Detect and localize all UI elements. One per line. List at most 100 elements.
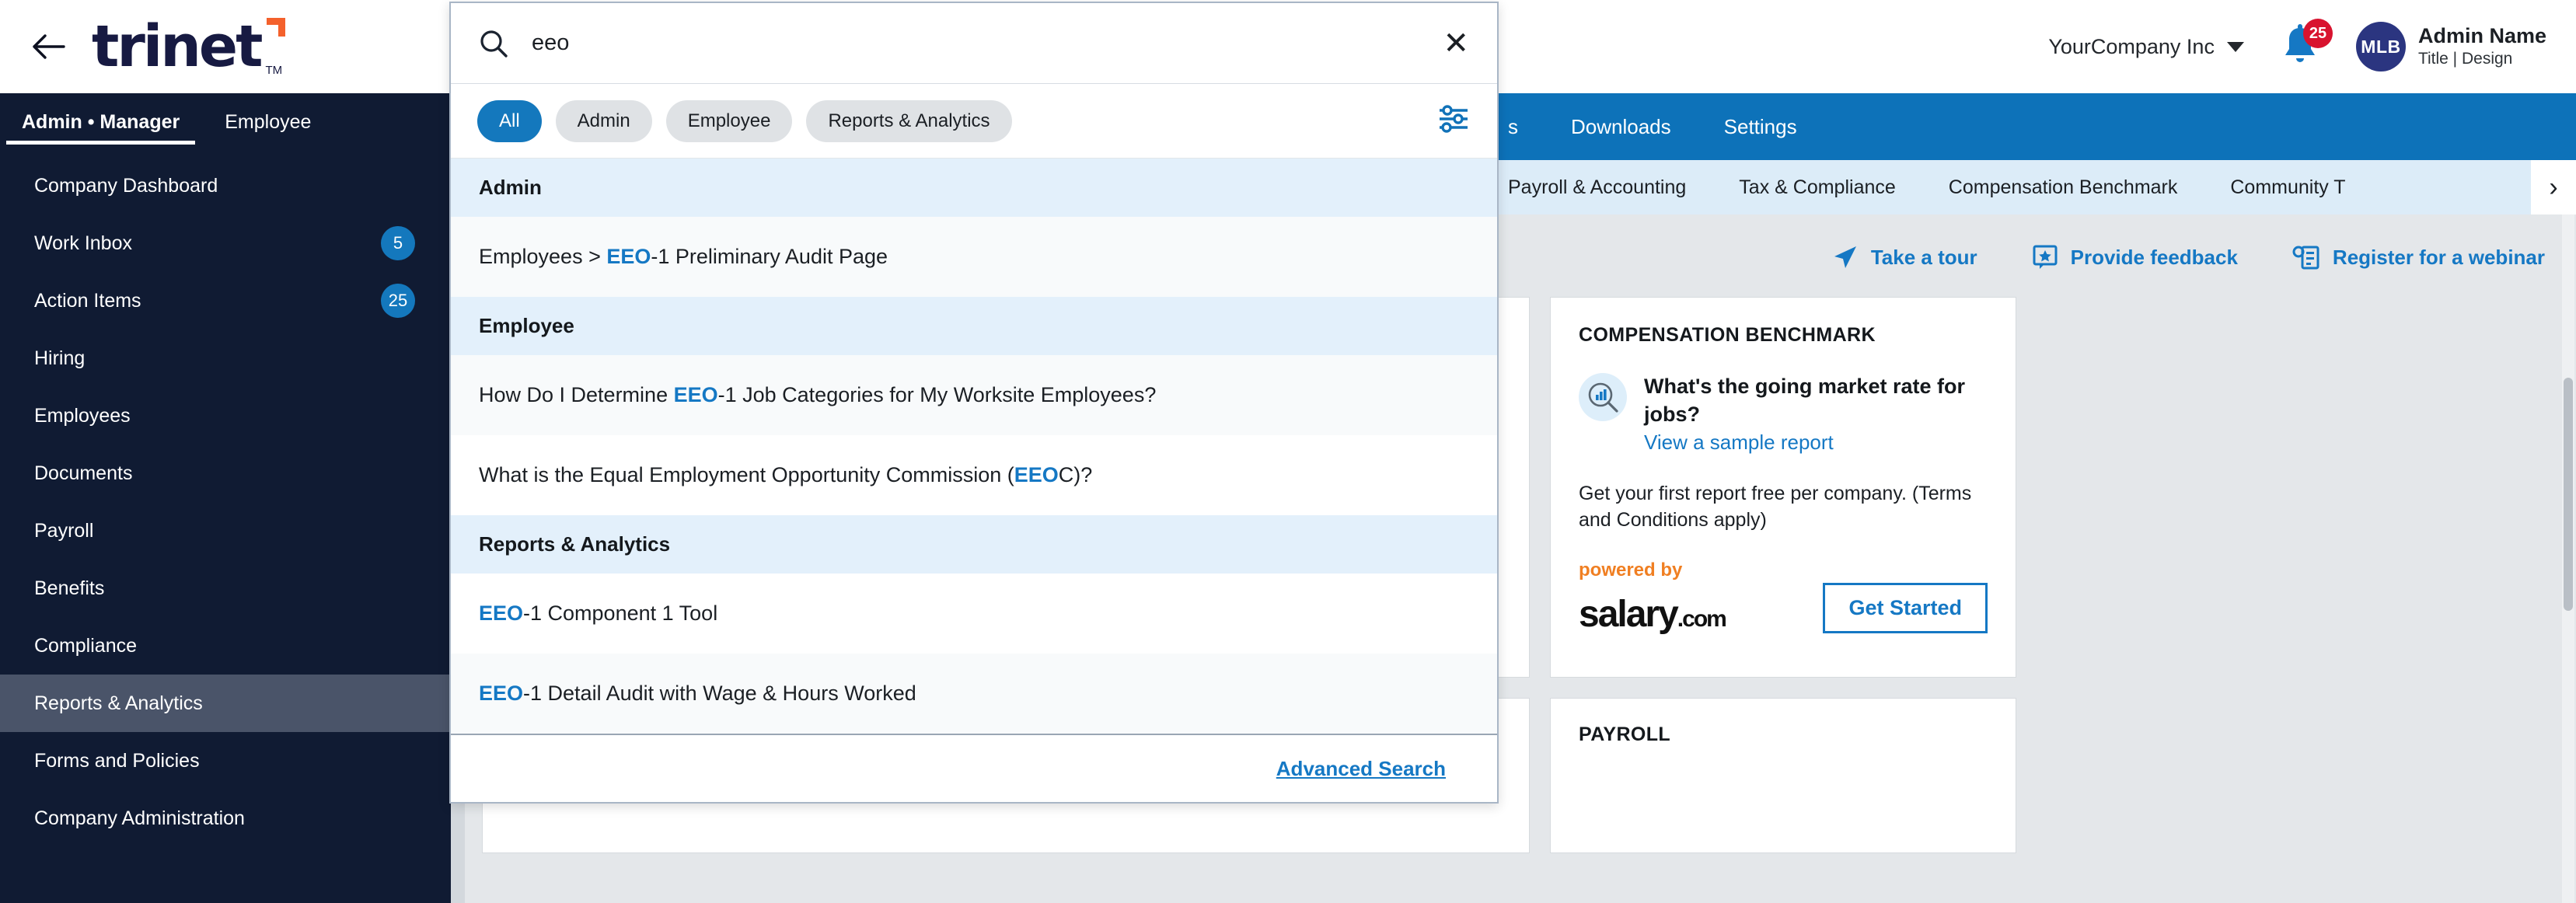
sidebar-item-label: Work Inbox [34, 232, 132, 254]
sidebar-item-forms-and-policies[interactable]: Forms and Policies [0, 732, 451, 790]
subnav-item-compensation-benchmark[interactable]: Compensation Benchmark [1922, 176, 2204, 199]
subnav-item-community[interactable]: Community T [2204, 176, 2372, 199]
advanced-search-link[interactable]: Advanced Search [1276, 757, 1446, 781]
sidebar-item-label: Reports & Analytics [34, 692, 203, 714]
feedback-star-icon [2033, 245, 2058, 269]
user-name: Admin Name [2417, 23, 2546, 47]
sidebar-item-company-dashboard[interactable]: Company Dashboard [0, 157, 451, 214]
nav-item-settings[interactable]: Settings [1698, 115, 1824, 139]
take-a-tour-link[interactable]: Take a tour [1832, 244, 1977, 270]
sidebar-item-action-items[interactable]: Action Items 25 [0, 272, 451, 329]
nav-item-downloads[interactable]: Downloads [1545, 115, 1698, 139]
action-items-badge: 25 [381, 284, 415, 318]
logo-wordmark: trinet [92, 13, 263, 80]
search-icon [480, 30, 508, 58]
chip-admin[interactable]: Admin [555, 99, 652, 142]
sidebar-item-reports-analytics[interactable]: Reports & Analytics [0, 675, 451, 732]
register-webinar-label: Register for a webinar [2332, 245, 2545, 269]
sidebar-item-work-inbox[interactable]: Work Inbox 5 [0, 214, 451, 272]
notifications-bell[interactable]: 25 [2278, 19, 2333, 70]
result-highlight: EEO [479, 682, 524, 705]
provide-feedback-link[interactable]: Provide feedback [2032, 244, 2238, 270]
chip-all[interactable]: All [477, 99, 542, 142]
sidebar-item-label: Hiring [34, 347, 86, 369]
role-tab-employee[interactable]: Employee [225, 111, 311, 145]
chevron-down-icon [2226, 41, 2244, 52]
sidebar-item-label: Action Items [34, 289, 141, 312]
comp-headline: What's the going market rate for jobs? [1644, 375, 1965, 426]
powered-by-label: powered by [1579, 559, 1683, 580]
sidebar-item-label: Forms and Policies [34, 749, 200, 772]
scroll-thumb[interactable] [2564, 378, 2573, 611]
sidebar-item-label: Benefits [34, 577, 105, 599]
search-overlay-panel: eeo ✕ All Admin Employee Reports & Analy… [449, 2, 1499, 804]
register-webinar-link[interactable]: Register for a webinar [2292, 244, 2545, 270]
view-sample-report-link[interactable]: View a sample report [1644, 428, 1988, 456]
sidebar-item-compliance[interactable]: Compliance [0, 617, 451, 675]
application-root: trinet TM Admin • Manager Employee Compa… [0, 0, 2576, 903]
search-input-row: eeo ✕ [451, 3, 1497, 84]
get-started-button[interactable]: Get Started [1823, 582, 1988, 633]
close-icon[interactable]: ✕ [1443, 28, 1469, 59]
search-result-item[interactable]: EEO-1 Detail Audit with Wage & Hours Wor… [451, 654, 1497, 734]
work-inbox-badge: 5 [381, 226, 415, 260]
notification-count-badge: 25 [2302, 19, 2333, 48]
provide-feedback-label: Provide feedback [2070, 245, 2238, 269]
result-post: -1 Component 1 Tool [523, 601, 718, 625]
comp-headline-text: What's the going market rate for jobs? V… [1644, 373, 1988, 457]
logo-orange-flag-icon [267, 18, 286, 37]
comp-body-text: Get your first report free per company. … [1579, 482, 1972, 531]
paper-plane-icon [1834, 246, 1856, 268]
trinet-logo[interactable]: trinet TM [92, 13, 286, 80]
search-group-heading-reports-analytics: Reports & Analytics [451, 515, 1497, 574]
sidebar-item-label: Compliance [34, 634, 138, 657]
result-pre: What is the Equal Employment Opportunity… [479, 463, 1014, 486]
logo-trademark: TM [265, 64, 283, 77]
company-name: YourCompany Inc [2048, 34, 2215, 58]
result-highlight: EEO [673, 383, 718, 406]
sidebar-item-documents[interactable]: Documents [0, 445, 451, 502]
result-post: -1 Job Categories for My Worksite Employ… [717, 383, 1157, 406]
sidebar-logo-bar: trinet TM [0, 0, 451, 93]
sidebar-item-label: Company Administration [34, 807, 245, 829]
page-scrollbar[interactable] [2562, 214, 2574, 903]
sidebar-item-employees[interactable]: Employees [0, 387, 451, 445]
chip-reports-analytics[interactable]: Reports & Analytics [806, 99, 1012, 142]
company-selector[interactable]: YourCompany Inc [2048, 35, 2244, 59]
sidebar-item-benefits[interactable]: Benefits [0, 560, 451, 617]
payroll-card-title: PAYROLL [1579, 723, 1671, 745]
chip-employee[interactable]: Employee [665, 99, 793, 142]
role-tab-admin-manager[interactable]: Admin • Manager [5, 111, 196, 145]
search-input[interactable]: eeo [532, 30, 1419, 56]
compensation-benchmark-card: COMPENSATION BENCHMARK What's the going … [1550, 297, 2016, 678]
search-result-item[interactable]: EEO-1 Component 1 Tool [451, 574, 1497, 654]
sidebar-item-company-administration[interactable]: Company Administration [0, 790, 451, 847]
sidebar-item-hiring[interactable]: Hiring [0, 329, 451, 387]
user-menu[interactable]: MLB Admin Name Title | Design [2355, 22, 2546, 71]
sliders-filter-icon[interactable] [1436, 103, 1471, 138]
search-result-item[interactable]: How Do I Determine EEO-1 Job Categories … [451, 355, 1497, 435]
search-result-item[interactable]: What is the Equal Employment Opportunity… [451, 435, 1497, 515]
search-group-heading-employee: Employee [451, 297, 1497, 355]
result-highlight: EEO [1014, 463, 1059, 486]
result-pre: Employees > [479, 245, 607, 268]
card-title: COMPENSATION BENCHMARK [1579, 324, 1876, 346]
result-highlight: EEO [479, 601, 524, 625]
result-highlight: EEO [606, 245, 651, 268]
search-panel-footer: Advanced Search [451, 734, 1497, 802]
sidebar-nav: Company Dashboard Work Inbox 5 Action Ite… [0, 145, 451, 847]
calendar-webinar-icon [2292, 246, 2319, 270]
back-arrow-icon[interactable] [28, 26, 68, 67]
search-result-item[interactable]: Employees > EEO-1 Preliminary Audit Page [451, 217, 1497, 297]
result-post: C)? [1058, 463, 1093, 486]
salary-com-suffix: .com [1677, 605, 1727, 632]
sidebar-item-label: Company Dashboard [34, 174, 218, 197]
user-title: Title | Design [2417, 49, 2513, 68]
result-post: -1 Detail Audit with Wage & Hours Worked [523, 682, 916, 705]
sidebar-item-label: Employees [34, 404, 131, 427]
chevron-right-icon[interactable]: › [2531, 160, 2576, 214]
result-post: -1 Preliminary Audit Page [651, 245, 888, 268]
role-tabs: Admin • Manager Employee [0, 93, 451, 145]
sidebar-item-payroll[interactable]: Payroll [0, 502, 451, 560]
subnav-item-tax-compliance[interactable]: Tax & Compliance [1712, 176, 1922, 199]
